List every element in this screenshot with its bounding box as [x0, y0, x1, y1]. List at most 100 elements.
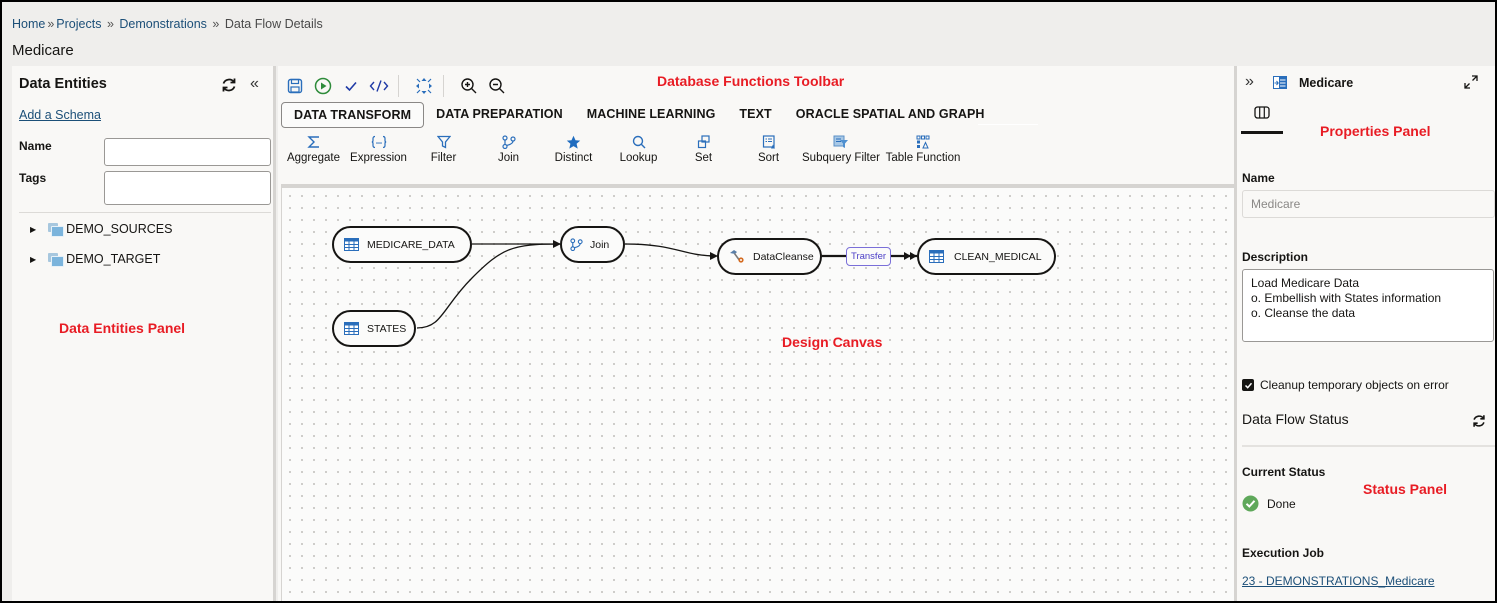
table-icon	[344, 322, 359, 335]
status-value: Done	[1267, 496, 1296, 511]
add-schema-link[interactable]: Add a Schema	[19, 108, 101, 122]
node-join[interactable]: Join	[560, 226, 625, 263]
function-label: Sort	[757, 152, 780, 164]
join-icon	[570, 238, 583, 251]
name-label: Name	[19, 139, 52, 153]
app-window: Home » Projects » Demonstrations » Data Fl…	[2, 2, 1495, 601]
zoom-in-icon[interactable]	[458, 75, 480, 97]
edge-join-to-cleanse[interactable]	[624, 243, 718, 260]
tab-oracle-spatial-and-graph[interactable]: ORACLE SPATIAL AND GRAPH	[784, 102, 997, 128]
function-join[interactable]: Join	[476, 132, 541, 164]
star-icon	[541, 132, 606, 152]
function-table-function[interactable]: Table Function	[881, 132, 965, 164]
search-icon	[606, 132, 671, 152]
name-field[interactable]	[1242, 190, 1495, 218]
expression-icon	[346, 132, 411, 152]
breadcrumb-home[interactable]: Home	[12, 17, 45, 31]
refresh-icon[interactable]	[1471, 413, 1487, 434]
cleanup-checkbox-row[interactable]: Cleanup temporary objects on error	[1242, 378, 1449, 392]
function-distinct[interactable]: Distinct	[541, 132, 606, 164]
node-datacleanse[interactable]: DataCleanse	[717, 238, 822, 275]
tree-item-label: DEMO_SOURCES	[66, 222, 173, 236]
run-icon[interactable]	[312, 75, 334, 97]
table-function-icon	[881, 132, 965, 152]
toolbar-separator	[443, 75, 444, 97]
schema-folder-icon	[48, 253, 65, 267]
tree-item-label: DEMO_TARGET	[66, 252, 161, 266]
save-icon[interactable]	[284, 75, 306, 97]
name-filter-input[interactable]	[104, 138, 271, 166]
table-icon	[929, 250, 944, 263]
double-chevron-left-icon[interactable]: «	[250, 75, 259, 93]
tab-general[interactable]	[1241, 106, 1283, 134]
tab-data-preparation[interactable]: DATA PREPARATION	[424, 102, 575, 128]
function-label: Distinct	[554, 152, 593, 164]
edge-label-transfer[interactable]: Transfer	[846, 247, 892, 266]
node-clean-medical[interactable]: CLEAN_MEDICAL	[917, 238, 1056, 275]
expand-icon[interactable]	[1463, 74, 1479, 95]
name-label: Name	[1242, 171, 1275, 185]
status-badge: Done	[1242, 495, 1296, 512]
data-flow-icon	[1273, 76, 1287, 94]
expand-caret-icon[interactable]: ▶	[30, 255, 36, 264]
toolbar-separator	[398, 75, 399, 97]
function-set[interactable]: Set	[671, 132, 736, 164]
toolbar	[278, 74, 508, 98]
tab-data-transform[interactable]: DATA TRANSFORM	[281, 102, 425, 128]
node-medicare-data[interactable]: MEDICARE_DATA	[332, 226, 472, 263]
expand-caret-icon[interactable]: ▶	[30, 225, 36, 234]
tags-label: Tags	[19, 171, 47, 185]
breadcrumb-current: Data Flow Details	[224, 17, 323, 31]
function-label: Set	[694, 152, 713, 164]
function-expression[interactable]: Expression	[346, 132, 411, 164]
tab-strip-underline	[978, 124, 1038, 125]
breadcrumb-separator: »	[212, 17, 220, 31]
center-area: Database Functions Toolbar DATA TRANSFOR…	[278, 66, 1234, 601]
function-filter[interactable]: Filter	[411, 132, 476, 164]
description-field[interactable]: Load Medicare Data o. Embellish with Sta…	[1242, 269, 1494, 342]
sort-icon	[736, 132, 801, 152]
node-label: STATES	[367, 322, 407, 335]
function-label: Table Function	[885, 152, 961, 164]
schema-folder-icon	[48, 223, 65, 237]
function-tabs: DATA TRANSFORM DATA PREPARATION MACHINE …	[281, 102, 997, 128]
tab-text[interactable]: TEXT	[727, 102, 783, 128]
function-label: Expression	[350, 152, 407, 164]
panel-title: Medicare	[1299, 76, 1354, 90]
execution-job-link[interactable]: 23 - DEMONSTRATIONS_Medicare	[1242, 574, 1435, 588]
function-lookup[interactable]: Lookup	[606, 132, 671, 164]
zoom-out-icon[interactable]	[486, 75, 508, 97]
function-sort[interactable]: Sort	[736, 132, 801, 164]
tags-filter-input[interactable]	[104, 171, 271, 205]
node-label: MEDICARE_DATA	[367, 238, 455, 251]
code-icon[interactable]	[368, 75, 390, 97]
tab-machine-learning[interactable]: MACHINE LEARNING	[575, 102, 728, 128]
annotation-status: Status Panel	[1363, 481, 1448, 497]
tree-item-demo-sources[interactable]: ▶ DEMO_SOURCES	[30, 222, 173, 237]
success-check-icon	[1242, 495, 1259, 512]
function-subquery-filter[interactable]: Subquery Filter	[801, 132, 881, 164]
design-canvas[interactable]: MEDICARE_DATA STATES Join DataCleanse Tr…	[281, 184, 1234, 601]
breadcrumb-projects[interactable]: Projects	[56, 17, 101, 31]
refresh-icon[interactable]	[220, 76, 238, 94]
node-states[interactable]: STATES	[332, 310, 416, 347]
tree-item-demo-target[interactable]: ▶ DEMO_TARGET	[30, 252, 161, 267]
function-label: Join	[497, 152, 520, 164]
validate-icon[interactable]	[340, 75, 362, 97]
breadcrumb-demonstrations[interactable]: Demonstrations	[119, 17, 207, 31]
annotation-entities: Data Entities Panel	[59, 320, 186, 336]
fit-to-screen-icon[interactable]	[413, 75, 435, 97]
annotation-canvas: Design Canvas	[782, 334, 883, 350]
checkbox-checked[interactable]	[1242, 379, 1254, 391]
function-label: Lookup	[619, 152, 658, 164]
set-icon	[671, 132, 736, 152]
divider	[1242, 445, 1495, 447]
function-aggregate[interactable]: Aggregate	[281, 132, 346, 164]
double-chevron-right-icon[interactable]: »	[1245, 73, 1254, 91]
page-title: Medicare	[12, 42, 74, 59]
node-label: CLEAN_MEDICAL	[954, 250, 1042, 263]
breadcrumb-separator: »	[106, 17, 114, 31]
divider	[19, 212, 271, 213]
annotation-properties: Properties Panel	[1320, 123, 1431, 139]
columns-icon	[1254, 106, 1270, 131]
